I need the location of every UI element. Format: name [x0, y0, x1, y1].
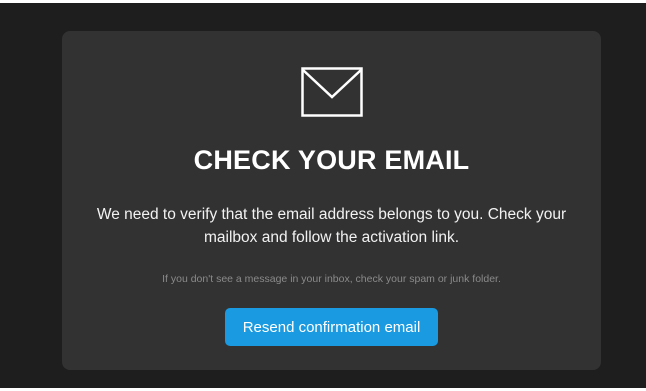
verification-card: CHECK YOUR EMAIL We need to verify that … [62, 31, 601, 370]
verification-message: We need to verify that the email address… [96, 206, 567, 246]
page-title: CHECK YOUR EMAIL [193, 145, 470, 175]
spam-hint: If you don't see a message in your inbox… [162, 273, 501, 285]
envelope-icon [301, 67, 363, 117]
page: CHECK YOUR EMAIL We need to verify that … [0, 0, 646, 391]
resend-confirmation-button[interactable]: Resend confirmation email [225, 308, 438, 346]
top-edge [0, 0, 646, 3]
